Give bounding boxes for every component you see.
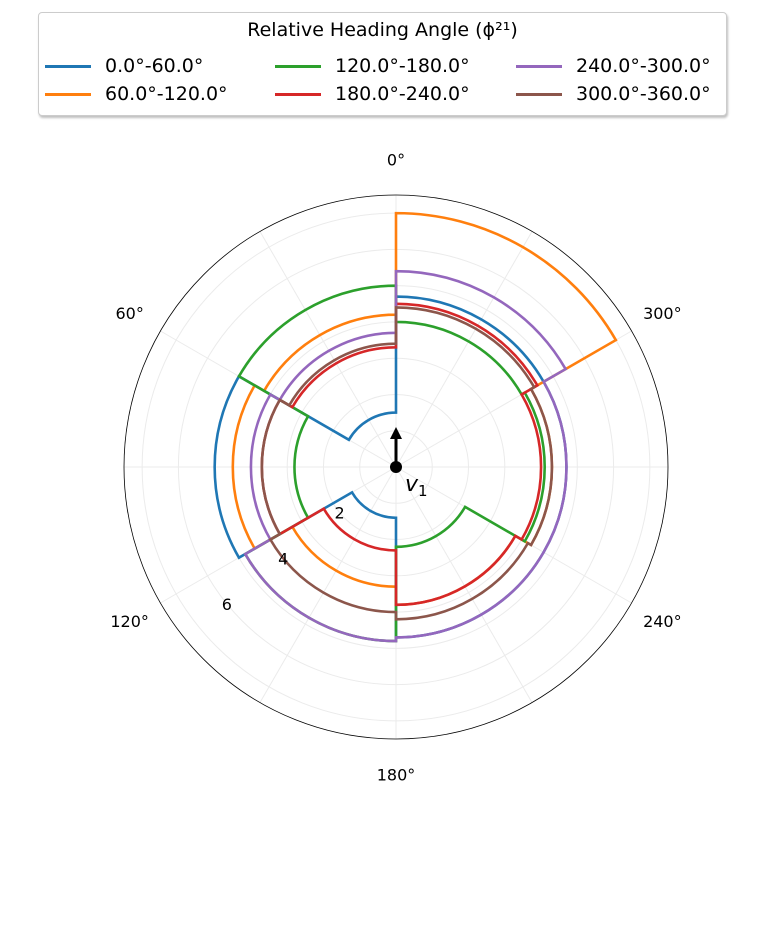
theta-gridline [395, 231, 533, 468]
theta-tick-label: 0° [387, 150, 405, 169]
series-line-4 [243, 269, 568, 643]
theta-gridline [395, 466, 533, 703]
series-layer [213, 211, 618, 643]
heading-arrow-head [390, 427, 402, 439]
polar-chart: 0° 60° 120° 180° 240° 300° 2 4 6 v1 [110, 150, 682, 785]
ego-label: v1 [405, 472, 428, 500]
ego-dot [390, 461, 402, 473]
theta-tick-label: 240° [643, 612, 682, 631]
r-tick-label: 6 [222, 595, 232, 614]
r-tick-label: 2 [335, 504, 345, 523]
theta-tick-label: 60° [115, 304, 143, 323]
theta-tick-label: 180° [377, 766, 416, 785]
series-line-3 [260, 302, 543, 607]
r-tick-label: 4 [278, 549, 288, 568]
theta-tick-label: 120° [110, 612, 149, 631]
theta-tick-label: 300° [643, 304, 682, 323]
